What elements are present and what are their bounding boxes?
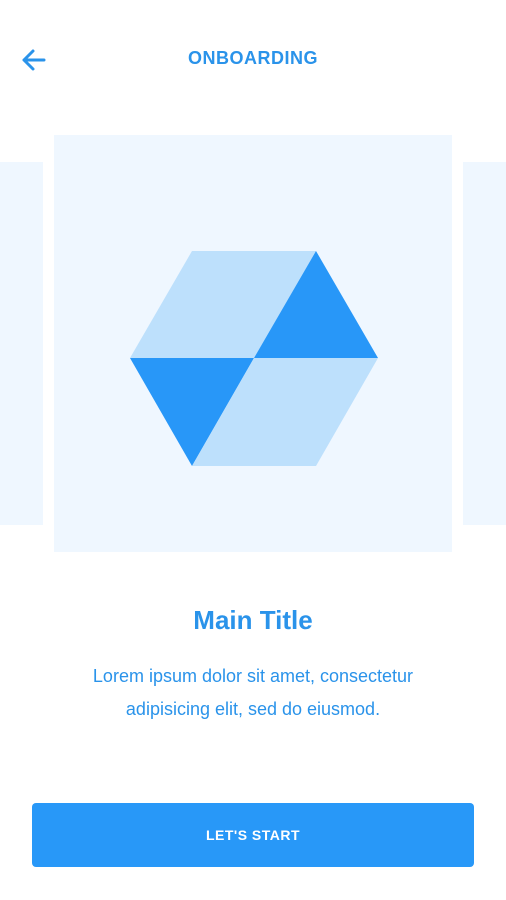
main-title: Main Title — [193, 605, 313, 635]
current-slide — [54, 135, 452, 552]
previous-slide-peek[interactable] — [0, 162, 43, 525]
description-text: Lorem ipsum dolor sit amet, consectetur … — [92, 666, 414, 719]
hexagon-cube-icon — [130, 251, 378, 466]
lets-start-button[interactable]: LET'S START — [32, 803, 474, 867]
onboarding-carousel[interactable] — [0, 0, 506, 560]
next-slide-peek[interactable] — [463, 162, 506, 525]
